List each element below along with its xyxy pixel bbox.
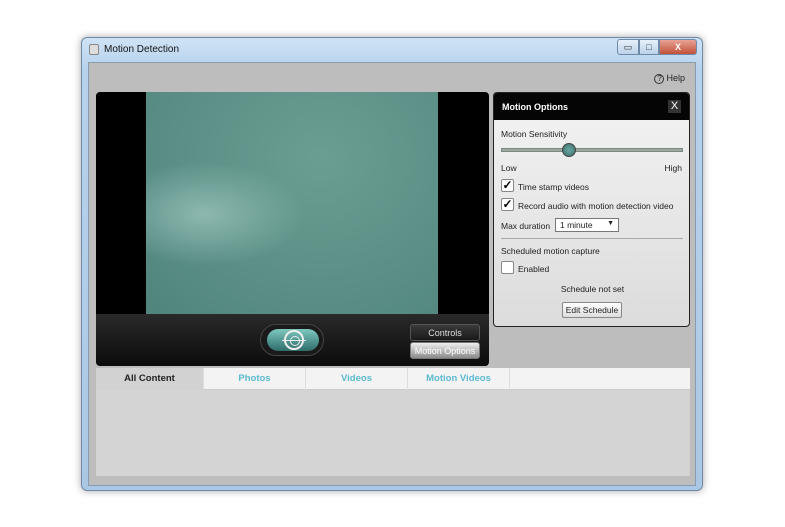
max-duration-value: 1 minute [560,220,593,230]
timestamp-checkbox[interactable]: ✓ [501,179,514,192]
edit-schedule-button[interactable]: Edit Schedule [562,302,622,318]
max-duration-select[interactable]: 1 minute ▼ [555,218,619,232]
title-bar[interactable]: Motion Detection ▭ □ X [82,38,702,62]
high-label: High [664,163,682,173]
video-preview: Controls Motion Options [96,92,489,366]
schedule-status: Schedule not set [560,284,625,294]
tab-all-content[interactable]: All Content [96,368,204,390]
motion-options-button[interactable]: Motion Options [410,342,480,359]
window-title: Motion Detection [104,44,180,55]
close-button[interactable]: X [659,39,697,55]
maximize-button[interactable]: □ [639,39,659,55]
content-tabs: All Content Photos Videos Motion Videos [96,368,690,390]
panel-close-icon[interactable]: X [668,100,681,113]
divider [501,238,683,239]
tab-videos[interactable]: Videos [306,368,408,390]
low-label: Low [501,163,517,173]
timestamp-label: Time stamp videos [518,182,590,192]
chevron-down-icon: ▼ [607,220,614,227]
sensitivity-slider[interactable] [501,143,683,157]
tab-photos[interactable]: Photos [204,368,306,390]
max-duration-label: Max duration [501,221,551,231]
motion-options-panel: Motion Options X Motion Sensitivity Low … [493,92,690,327]
motion-detection-window: Motion Detection ▭ □ X ? Help Controls Mo… [81,37,703,491]
help-label: Help [666,73,685,83]
minimize-button[interactable]: ▭ [617,39,639,55]
video-control-bar: Controls Motion Options [96,314,489,366]
client-area: ? Help Controls Motion Options Motion Opt… [88,62,696,486]
tab-motion-videos[interactable]: Motion Videos [408,368,510,390]
sensitivity-label: Motion Sensitivity [501,129,568,139]
target-icon [282,330,306,350]
help-link[interactable]: ? Help [654,73,685,84]
record-audio-label: Record audio with motion detection video [518,201,674,211]
enabled-label: Enabled [518,264,550,274]
app-icon [89,44,99,55]
slider-thumb[interactable] [561,143,576,157]
capture-button[interactable] [260,324,324,356]
controls-button[interactable]: Controls [410,324,480,341]
panel-title: Motion Options [494,93,689,120]
content-area [96,390,690,476]
record-audio-checkbox[interactable]: ✓ [501,198,514,211]
help-icon: ? [654,74,665,84]
enabled-checkbox[interactable] [501,261,514,274]
scheduled-label: Scheduled motion capture [501,246,600,256]
camera-feed [146,92,438,314]
